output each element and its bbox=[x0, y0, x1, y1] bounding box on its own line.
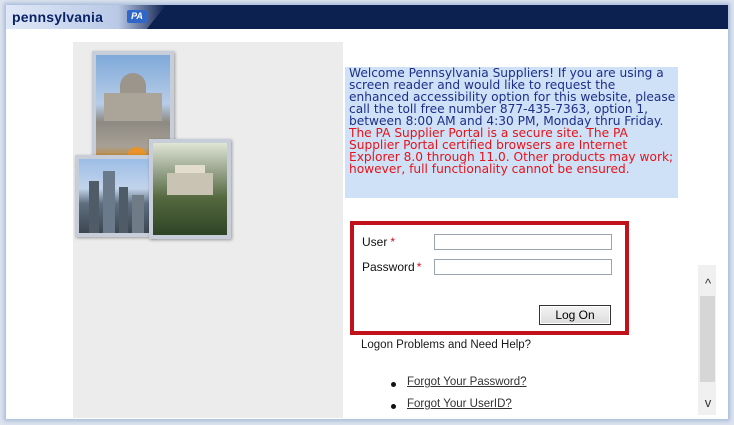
pennsylvania-logo: pennsylvania bbox=[12, 9, 104, 25]
top-banner: pennsylvania PA bbox=[6, 5, 728, 29]
pa-badge-icon: PA bbox=[127, 10, 147, 23]
skyscraper bbox=[103, 171, 115, 233]
help-heading: Logon Problems and Need Help? bbox=[361, 339, 532, 351]
fallingwater-photo bbox=[149, 139, 231, 239]
scroll-up-icon[interactable]: ^ bbox=[701, 277, 715, 290]
house-lower bbox=[167, 173, 213, 195]
bullet-icon bbox=[391, 382, 396, 387]
forgot-userid-link[interactable]: Forgot Your UserID? bbox=[407, 398, 512, 410]
skyscraper bbox=[119, 187, 128, 233]
capitol-dome bbox=[120, 73, 146, 93]
welcome-intro-text: Welcome Pennsylvania Suppliers! If you a… bbox=[349, 67, 676, 128]
forgot-password-link[interactable]: Forgot Your Password? bbox=[407, 376, 527, 388]
city-skyline-photo bbox=[75, 155, 157, 237]
image-panel bbox=[73, 42, 343, 418]
skyscraper bbox=[89, 181, 99, 233]
bullet-icon bbox=[391, 404, 396, 409]
scroll-down-icon[interactable]: v bbox=[701, 396, 715, 409]
login-highlight-box bbox=[350, 221, 629, 335]
skyscraper bbox=[132, 195, 144, 233]
welcome-message: Welcome Pennsylvania Suppliers! If you a… bbox=[345, 67, 678, 198]
capitol-building bbox=[104, 93, 162, 121]
scrollbar-thumb[interactable] bbox=[700, 296, 715, 382]
browser-notice-text: The PA Supplier Portal is a secure site.… bbox=[349, 126, 674, 176]
